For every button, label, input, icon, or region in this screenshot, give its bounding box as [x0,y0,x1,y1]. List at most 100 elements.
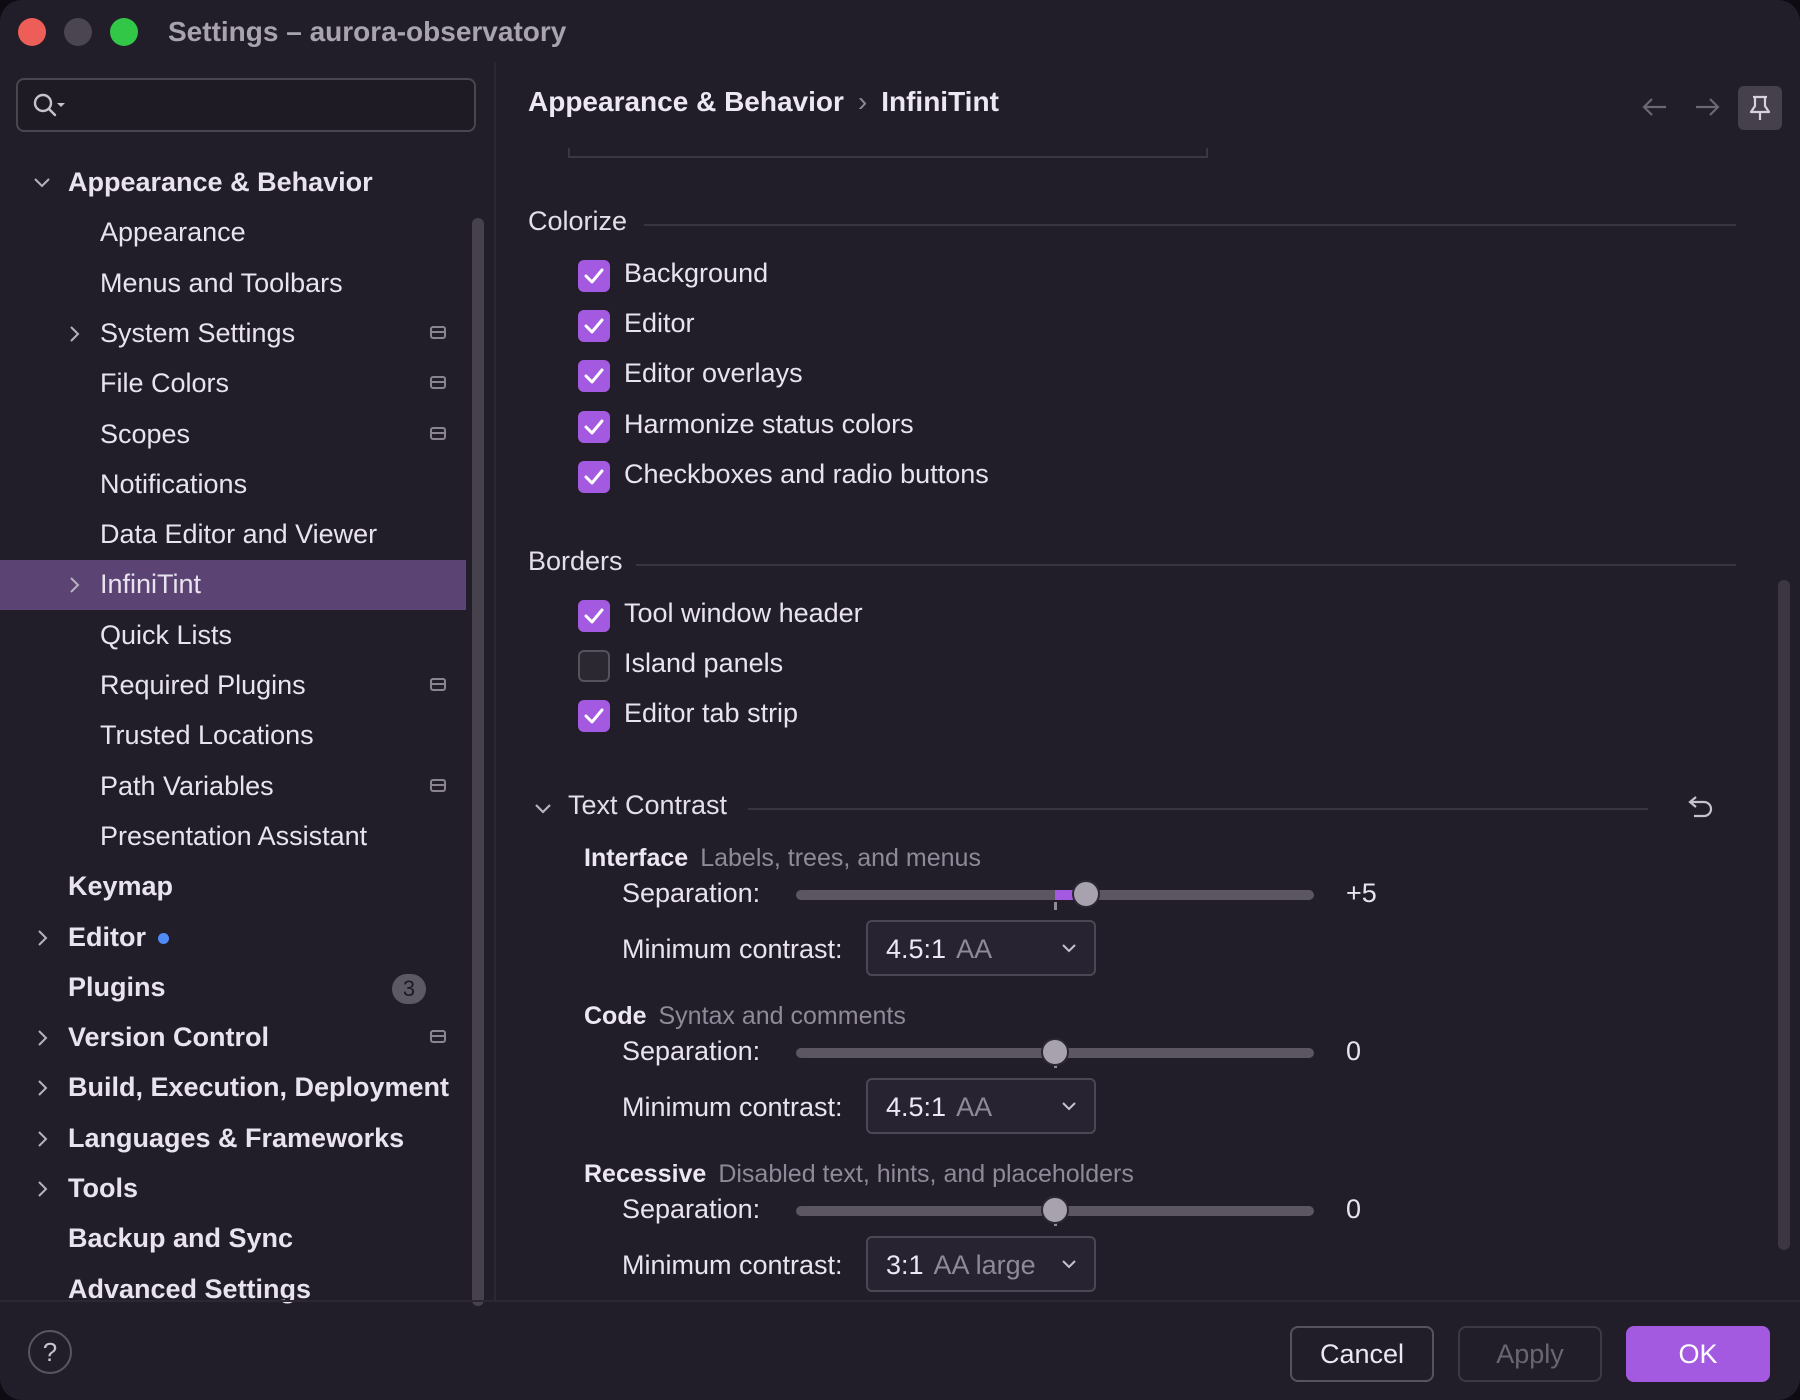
apply-button[interactable]: Apply [1458,1326,1602,1382]
chevron-right-icon[interactable] [64,575,84,595]
code-min-contrast-label: Minimum contrast: [622,1092,843,1122]
recessive-separation-value: 0 [1346,1194,1362,1224]
search-icon [33,93,65,117]
interface-group-title: Interface Labels, trees, and menus [584,844,981,873]
sidebar-item-system-settings[interactable]: System Settings [0,309,466,359]
sidebar-item-keymap[interactable]: Keymap [0,862,466,912]
code-separation-thumb[interactable] [1041,1038,1069,1066]
sidebar-item-notifications[interactable]: Notifications [0,460,466,510]
maximize-window-button[interactable] [110,18,138,46]
recessive-separation-thumb[interactable] [1041,1196,1069,1224]
sidebar-item-editor[interactable]: Editor [0,913,466,963]
code-group-title: Code Syntax and comments [584,1002,906,1031]
interface-separation-slider[interactable] [796,880,1314,910]
chevron-right-icon[interactable] [32,1028,52,1048]
sidebar-item-data-editor-and-viewer[interactable]: Data Editor and Viewer [0,510,466,560]
checkboxes-and-radio-buttons-label[interactable]: Checkboxes and radio buttons [624,459,989,490]
sidebar-item-languages-and-frameworks[interactable]: Languages & Frameworks [0,1114,466,1164]
code-min-contrast-dropdown[interactable]: 4.5:1 AA [866,1078,1096,1134]
sidebar-item-tools[interactable]: Tools [0,1164,466,1214]
tool-window-header-label[interactable]: Tool window header [624,598,863,629]
background-checkbox[interactable] [578,260,610,292]
sidebar-item-appearance[interactable]: Appearance [0,208,466,258]
background-label[interactable]: Background [624,258,768,289]
sidebar-item-label: Data Editor and Viewer [100,519,378,550]
checkboxes-and-radio-buttons-checkbox[interactable] [578,460,610,493]
sidebar-item-label: Trusted Locations [100,720,314,751]
help-button[interactable]: ? [28,1330,72,1374]
text-contrast-section-title: Text Contrast [568,790,728,820]
chevron-right-icon[interactable] [32,1179,52,1199]
minimize-window-button[interactable] [64,18,92,46]
colorize-section-title: Colorize [528,206,628,236]
editor-checkbox[interactable] [578,310,610,343]
content-scrollbar[interactable] [1778,580,1790,1250]
island-panels-label[interactable]: Island panels [624,648,783,679]
forward-arrow-icon[interactable] [1692,92,1722,122]
code-separation-slider[interactable] [796,1038,1314,1068]
title-bar: Settings – aurora-observatory [0,0,1800,62]
checkmark-icon [584,608,604,624]
chevron-down-icon[interactable] [32,173,52,193]
interface-separation-value: +5 [1346,878,1377,908]
sidebar-item-menus-and-toolbars[interactable]: Menus and Toolbars [0,259,466,309]
sidebar-item-plugins[interactable]: Plugins 3 [0,963,466,1013]
chevron-right-icon[interactable] [32,1078,52,1098]
sidebar-item-version-control[interactable]: Version Control [0,1013,466,1063]
cancel-button[interactable]: Cancel [1290,1326,1434,1382]
sidebar-item-required-plugins[interactable]: Required Plugins [0,661,466,711]
project-level-icon [430,1030,446,1044]
sidebar-item-scopes[interactable]: Scopes [0,410,466,460]
editor-label[interactable]: Editor [624,308,695,339]
chevron-down-icon[interactable] [532,798,554,820]
code-min-contrast-ratio: 4.5:1 [886,1092,947,1122]
pin-window-button[interactable] [1738,86,1782,130]
breadcrumb-parent[interactable]: Appearance & Behavior [528,86,844,117]
breadcrumb-current: InfiniTint [881,86,999,117]
interface-separation-center-tick [1054,902,1057,910]
tool-window-header-checkbox[interactable] [578,600,610,632]
back-arrow-icon[interactable] [1640,92,1670,122]
recessive-min-contrast-dropdown[interactable]: 3:1 AA large [866,1236,1096,1292]
sidebar-item-label: Backup and Sync [68,1223,294,1254]
sidebar-item-backup-and-sync[interactable]: Backup and Sync [0,1214,466,1264]
sidebar-item-label: Required Plugins [100,670,306,700]
recessive-group-name: Recessive [584,1160,707,1188]
editor-overlays-label[interactable]: Editor overlays [624,358,803,389]
island-panels-checkbox[interactable] [578,650,610,683]
sidebar-scrollbar[interactable] [472,218,484,1306]
chevron-right-icon[interactable] [64,324,84,344]
harmonize-status-colors-checkbox[interactable] [578,410,610,443]
chevron-right-icon[interactable] [32,1129,52,1149]
sidebar-item-file-colors[interactable]: File Colors [0,359,466,409]
project-level-icon [430,678,446,691]
sidebar-item-label: Plugins [68,971,166,1002]
breadcrumb-separator: › [857,86,868,117]
code-separation-label: Separation: [622,1036,761,1066]
editor-tab-strip-checkbox[interactable] [578,700,610,733]
chevron-down-icon [1062,1102,1076,1111]
sidebar-item-build-execution-deployment[interactable]: Build, Execution, Deployment [0,1063,466,1113]
sidebar-item-trusted-locations[interactable]: Trusted Locations [0,711,466,761]
close-window-button[interactable] [18,18,46,46]
sidebar-item-presentation-assistant[interactable]: Presentation Assistant [0,812,466,862]
interface-min-contrast-level: AA [956,934,993,964]
sidebar-item-appearance-and-behavior[interactable]: Appearance & Behavior [0,158,466,208]
recessive-separation-label: Separation: [622,1194,761,1224]
interface-min-contrast-dropdown[interactable]: 4.5:1 AA [866,920,1096,976]
editor-overlays-checkbox[interactable] [578,360,610,393]
editor-tab-strip-label[interactable]: Editor tab strip [624,698,798,729]
reset-icon[interactable] [1682,792,1716,826]
sidebar-item-quick-lists[interactable]: Quick Lists [0,611,466,661]
sidebar-item-infinitint[interactable]: InfiniTint [0,560,466,611]
search-input[interactable] [16,78,476,132]
sidebar-item-label: Path Variables [100,770,274,801]
harmonize-status-colors-label[interactable]: Harmonize status colors [624,409,914,440]
sidebar-item-label: Build, Execution, Deployment [68,1072,450,1103]
interface-separation-thumb[interactable] [1072,880,1101,908]
ok-button[interactable]: OK [1626,1326,1770,1382]
chevron-right-icon[interactable] [32,928,52,948]
chevron-down-icon [1062,944,1076,953]
sidebar-item-path-variables[interactable]: Path Variables [0,762,466,812]
recessive-separation-slider[interactable] [796,1196,1314,1226]
